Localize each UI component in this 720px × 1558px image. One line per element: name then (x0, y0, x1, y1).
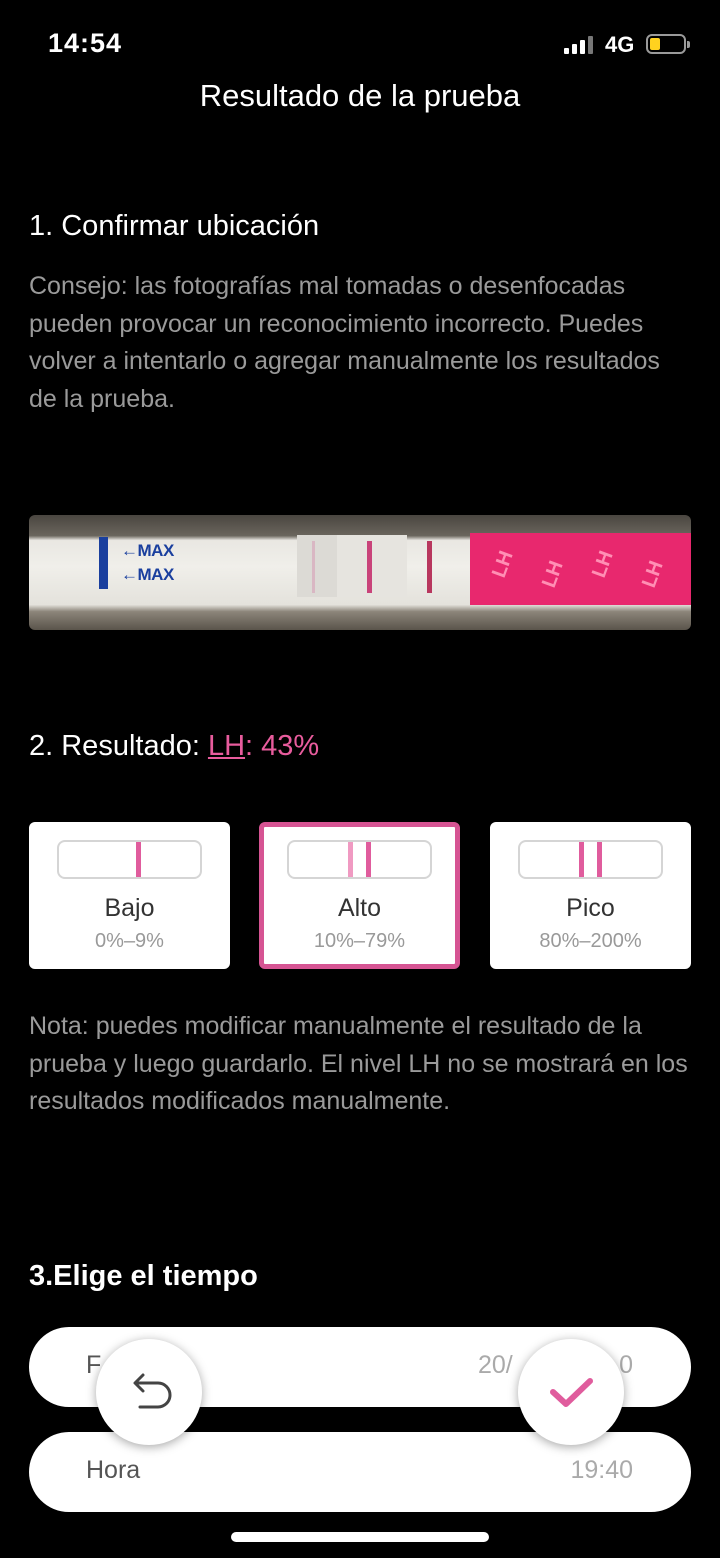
page-title: Resultado de la prueba (199, 78, 521, 113)
confirm-location-heading: 1. Confirmar ubicación (29, 210, 320, 242)
result-option-bajo[interactable]: Bajo 0%–9% (29, 822, 230, 969)
checkmark-icon (550, 1378, 593, 1407)
choose-time-heading: 3.Elige el tiempo (29, 1260, 258, 1292)
strip-max-marker: ←MAX (121, 541, 174, 560)
confirm-button[interactable] (518, 1339, 624, 1445)
battery-icon (646, 34, 690, 54)
date-value-start: 20/ (478, 1351, 513, 1379)
time-label: Hora (86, 1456, 141, 1484)
strip-blue-bar (99, 537, 108, 589)
strip-control-line (427, 541, 432, 593)
manual-edit-note: Nota: puedes modificar manualmente el re… (29, 1012, 688, 1115)
result-option-pico[interactable]: Pico 80%–200% (490, 822, 691, 969)
network-type: 4G (605, 32, 635, 57)
home-indicator[interactable] (231, 1532, 489, 1542)
strip-window (337, 535, 407, 597)
status-bar: 14:54 4G (0, 0, 720, 90)
test-strip-photo: ←MAX ←MAX LH LH LH LH (29, 515, 691, 630)
time-value: 19:40 (570, 1456, 633, 1484)
strip-faint-line (312, 541, 315, 593)
result-option-alto[interactable]: Alto 10%–79% (259, 822, 460, 969)
lh-info-link[interactable]: LH (208, 730, 245, 762)
tip-text: Consejo: las fotografías mal tomadas o d… (29, 272, 660, 413)
two-line-strip-icon (518, 840, 663, 879)
strip-test-line (367, 541, 372, 593)
undo-button[interactable] (96, 1339, 202, 1445)
strip-max-marker: ←MAX (121, 565, 174, 584)
two-line-strip-icon (287, 840, 432, 879)
strip-window (297, 535, 337, 597)
lh-result-value: : 43% (245, 730, 320, 762)
status-time: 14:54 (48, 28, 123, 58)
undo-icon (133, 1373, 172, 1409)
result-heading: 2. Resultado: LH: 43% (29, 730, 320, 762)
strip-brand-area: LH LH LH LH (470, 533, 691, 605)
one-line-strip-icon (57, 840, 202, 879)
signal-icon (564, 36, 596, 54)
